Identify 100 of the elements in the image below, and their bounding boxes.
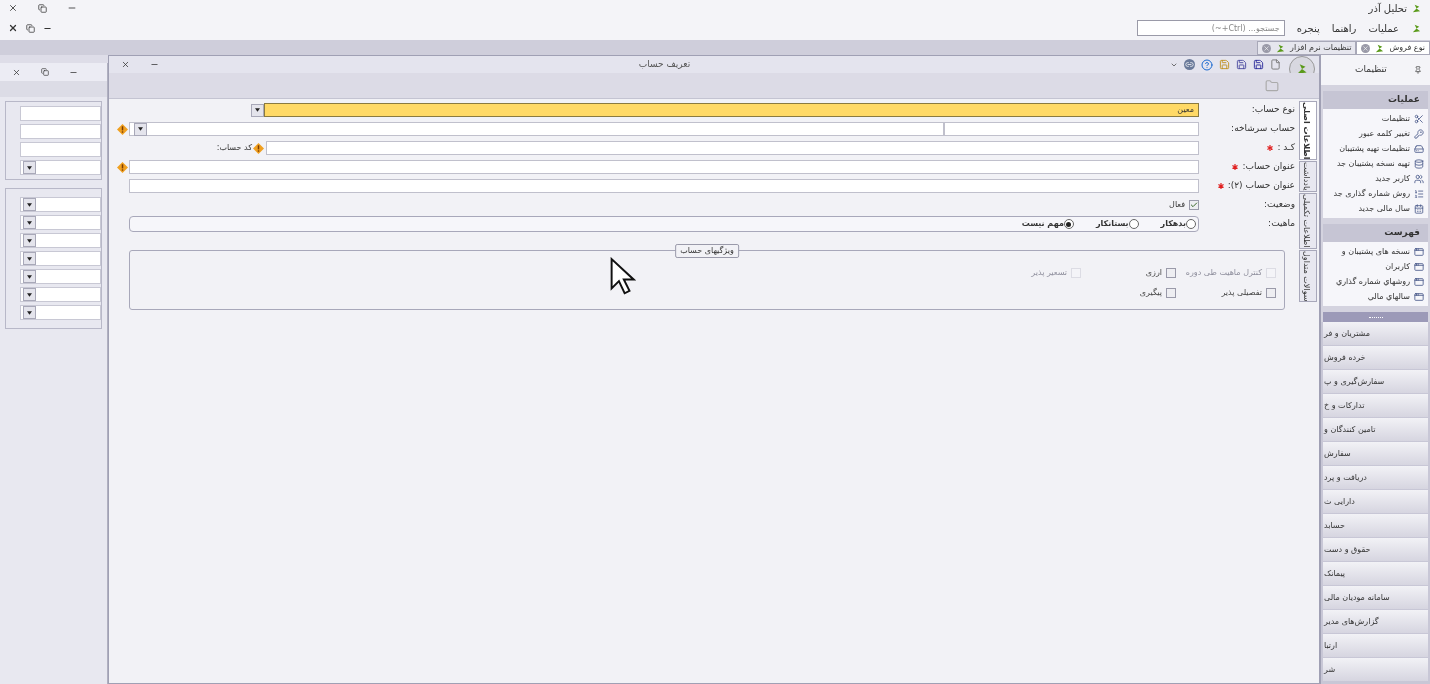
combo-field[interactable] [129,122,944,136]
dropdown-button[interactable] [23,288,36,301]
close-icon[interactable] [8,3,18,13]
checkbox[interactable] [1266,288,1276,298]
nav-button[interactable]: خرده فروش [1323,346,1428,369]
sidebar-item[interactable]: سال مالی جدید [1323,201,1428,216]
nav-button[interactable]: گزارش‌های مدیر [1323,610,1428,633]
new-document-icon[interactable] [1270,59,1281,70]
sidebar-item[interactable]: تنظیمات تهیه پشتیبان [1323,141,1428,156]
side-tab[interactable]: اطلاعات تکمیلی [1299,193,1317,249]
radio-option[interactable]: مهم نیست [1021,218,1074,230]
input-field[interactable] [20,106,101,121]
caret-icon [27,165,32,170]
sidebar-item[interactable]: روشهاي شماره گذاري [1323,274,1428,289]
nav-button[interactable]: سفارش [1323,442,1428,465]
restore-icon[interactable] [26,23,35,33]
input-field[interactable] [20,197,101,212]
dropdown-button[interactable] [23,198,36,211]
input-field[interactable] [20,305,101,320]
leaf-logo-icon [1411,22,1422,34]
link-icon[interactable] [1184,59,1195,70]
sidebar-item[interactable]: کاربران [1323,259,1428,274]
input-field[interactable] [20,142,101,157]
caret-icon [27,202,32,207]
save-icon[interactable] [1253,59,1264,70]
checkbox[interactable] [1166,268,1176,278]
help-icon[interactable] [1201,58,1213,71]
document-tab[interactable]: نوع فروش [1356,41,1430,55]
dropdown-button[interactable] [23,234,36,247]
dropdown-button[interactable] [251,103,264,117]
input-field[interactable] [20,233,101,248]
nav-button[interactable]: شر [1323,658,1428,681]
dropdown-button[interactable] [23,216,36,229]
pin-icon[interactable] [1414,66,1422,74]
input-field[interactable] [20,215,101,230]
nav-button[interactable]: مشتریان و فر [1323,322,1428,345]
menu-item[interactable]: عملیات [1368,20,1399,36]
nav-button[interactable]: سامانه مودیان مالی [1323,586,1428,609]
dropdown-button[interactable] [23,306,36,319]
dropdown-button[interactable] [23,252,36,265]
sidebar-item[interactable]: نسخه های پشتیبان و [1323,244,1428,259]
app-title: تحلیل آذر [1368,1,1407,16]
nav-button[interactable]: تدارکات و خ [1323,394,1428,417]
nav-button[interactable]: ارتبا [1323,634,1428,657]
nav-button[interactable]: دارایی ث [1323,490,1428,513]
caret-icon [27,292,32,297]
leaf-logo-icon [1411,2,1422,14]
menu-item[interactable]: پنجره [1296,20,1320,36]
input-field[interactable] [20,124,101,139]
checkbox-label: پیگیری [1139,287,1162,299]
nav-button[interactable]: حقوق و دست [1323,538,1428,561]
restore-icon[interactable] [41,68,49,76]
input-field[interactable] [129,179,1199,193]
menu-item[interactable]: راهنما [1331,20,1357,36]
caret-icon [27,256,32,261]
dropdown-button[interactable] [23,270,36,283]
close-icon[interactable] [8,23,18,33]
dropdown-button[interactable] [23,161,36,174]
close-icon[interactable] [12,67,21,77]
field-label: نوع حساب: [1251,103,1295,117]
sidebar-item[interactable]: روش شماره گذاری جد [1323,186,1428,201]
radio-option[interactable]: بدهکار [1160,218,1196,230]
radio-option[interactable]: بستانکار [1095,218,1139,230]
sidebar-item[interactable]: سالهاي مالي [1323,289,1428,304]
checkbox[interactable] [1189,200,1199,210]
side-tab[interactable]: اطلاعات اصلی [1299,101,1317,161]
nav-button[interactable]: پیمانک [1323,562,1428,585]
caret-icon [27,238,32,243]
input-field[interactable] [20,287,101,302]
restore-icon[interactable] [38,3,47,13]
sidebar-item[interactable]: تنظیمات [1323,111,1428,126]
sidebar-item[interactable]: تغییر کلمه عبور [1323,126,1428,141]
input-field[interactable] [944,122,1199,136]
input-field[interactable] [20,160,101,175]
input-field[interactable] [20,269,101,284]
nav-button[interactable]: دریافت و پرد [1323,466,1428,489]
input-field[interactable] [129,160,1199,174]
window-icon [1414,261,1424,272]
nav-button[interactable]: سفارش‌گیری و پ [1323,370,1428,393]
input-field[interactable] [20,251,101,266]
section-header[interactable]: فهرست [1323,224,1428,242]
input-field[interactable]: معین [264,103,1199,117]
field-label: وضعیت: [1264,198,1295,212]
search-field[interactable]: جستجو... (Ctrl+~) [1136,20,1285,36]
caret-icon [255,108,260,112]
input-field[interactable] [266,141,1199,155]
sidebar-item[interactable]: تهیه نسخه پشتیبان جد [1323,156,1428,171]
nav-button[interactable]: حسابد [1323,514,1428,537]
side-tab[interactable]: یادداشت [1299,161,1317,193]
folder-icon[interactable] [1265,78,1279,93]
checkbox[interactable] [1166,288,1176,298]
side-tab[interactable]: سوالات متداول [1299,249,1317,303]
sidebar-item[interactable]: کاربر جدید [1323,171,1428,186]
nav-button[interactable]: تامین کنندگان و [1323,418,1428,441]
dropdown-button[interactable] [134,122,147,136]
document-tab[interactable]: تنظیمات نرم افزار [1257,41,1357,55]
close-icon[interactable] [121,60,130,69]
warning-icon [116,123,128,135]
section-header[interactable]: عملیات [1323,91,1428,109]
save-icon[interactable] [1236,59,1247,70]
